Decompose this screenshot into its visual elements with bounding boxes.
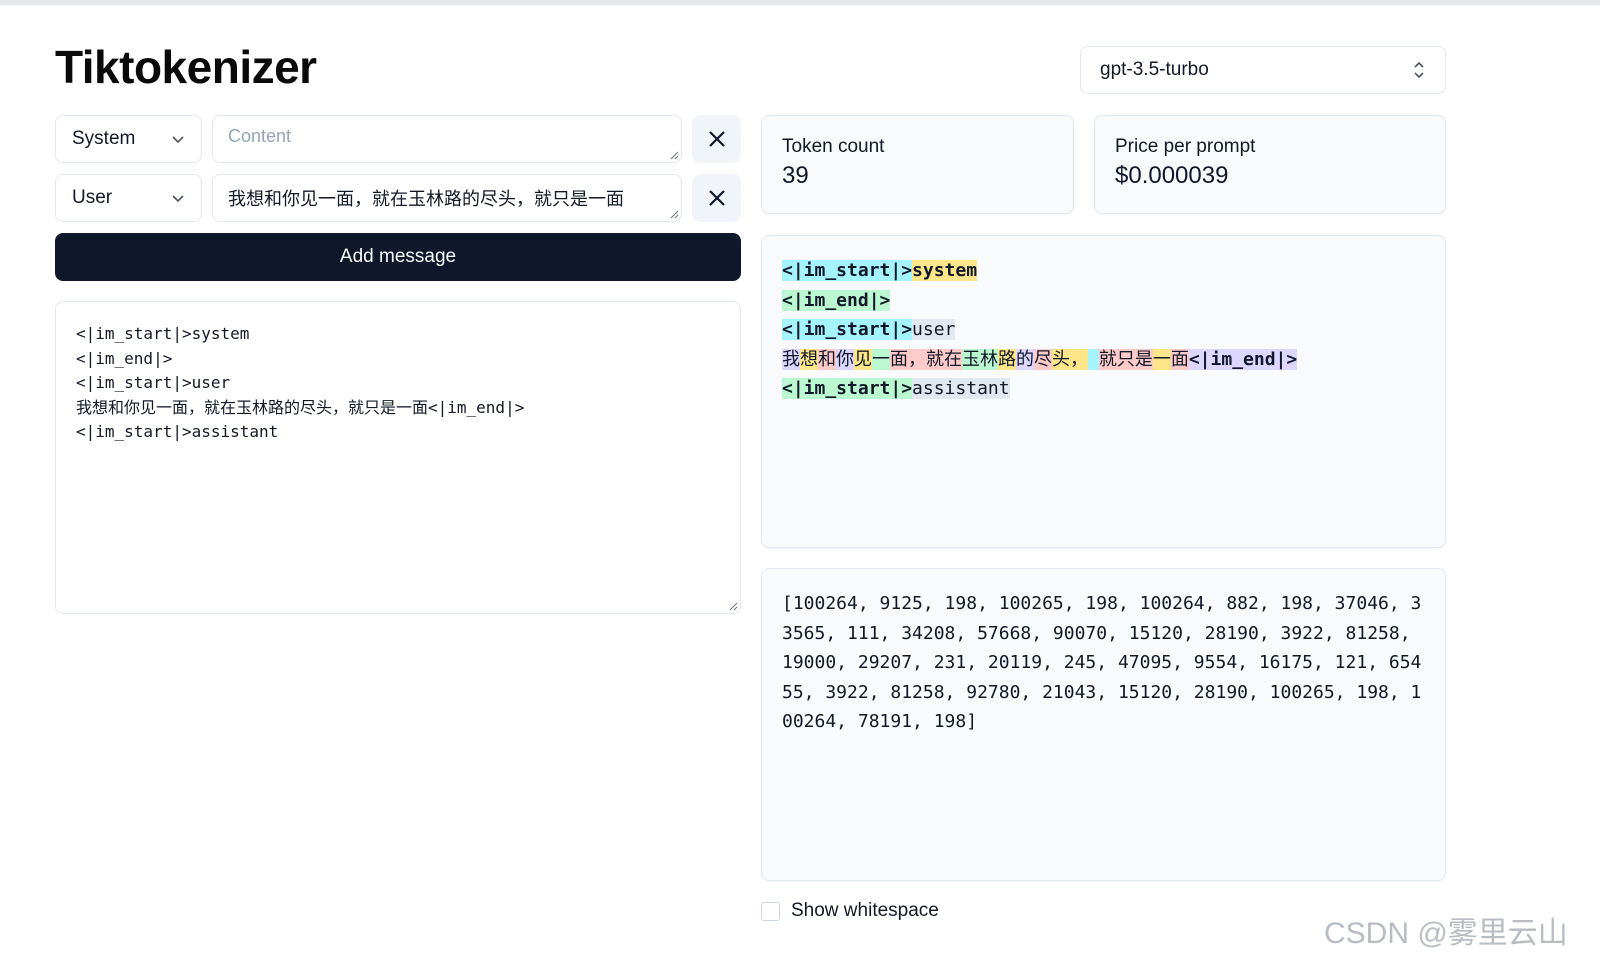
- browser-top-edge: [0, 0, 1600, 5]
- token-chip: system: [912, 260, 978, 281]
- prompt-line: <|im_start|>user: [76, 373, 231, 393]
- message-content-input[interactable]: 我想和你见一面，就在玉林路的尽头，就只是一面: [212, 174, 682, 222]
- add-message-button[interactable]: Add message: [55, 233, 741, 281]
- price-label: Price per prompt: [1115, 136, 1256, 157]
- token-chip: 头，: [1052, 348, 1088, 370]
- chevron-down-icon: [172, 136, 184, 144]
- token-chip: <|im_end|>: [1188, 348, 1298, 370]
- token-chip: 路: [998, 348, 1016, 370]
- token-ids-panel: [100264, 9125, 198, 100265, 198, 100264,…: [761, 568, 1446, 881]
- token-chip: 一: [872, 348, 890, 370]
- token-count-card: Token count 39: [761, 115, 1074, 214]
- token-chip: <|im_start|>: [782, 260, 913, 281]
- token-count-value: 39: [782, 162, 809, 189]
- role-select-value: System: [72, 128, 136, 149]
- token-chip: 就: [1098, 348, 1117, 370]
- model-select[interactable]: gpt-3.5-turbo: [1080, 46, 1446, 94]
- token-chip: 就: [926, 348, 944, 370]
- token-chip: 的: [1016, 348, 1034, 370]
- token-chip: 见: [854, 348, 872, 370]
- message-content-input[interactable]: Content: [212, 115, 682, 163]
- page-title: Tiktokenizer: [55, 41, 317, 93]
- token-chip: <|im_start|>: [782, 378, 913, 399]
- close-icon: [708, 131, 725, 147]
- token-line: <|im_end|>: [782, 286, 1425, 316]
- show-whitespace-checkbox[interactable]: [761, 901, 780, 921]
- token-chip: 只: [1116, 348, 1135, 370]
- resize-grip-icon[interactable]: [669, 150, 679, 160]
- token-chip: 玉: [962, 348, 980, 370]
- role-select-system[interactable]: System: [55, 115, 202, 163]
- prompt-line: <|im_start|>assistant: [76, 422, 279, 442]
- token-chip: [1088, 348, 1099, 370]
- watermark: CSDN @雾里云山: [1324, 917, 1568, 950]
- content-value: 我想和你见一面，就在玉林路的尽头，就只是一面: [228, 189, 624, 209]
- token-chip: 我: [782, 348, 800, 370]
- token-chip: 面，: [890, 348, 926, 370]
- price-value: $0.000039: [1115, 162, 1229, 189]
- token-chip: user: [912, 319, 956, 340]
- token-chip: 在: [944, 348, 962, 370]
- resize-grip-icon[interactable]: [728, 601, 738, 611]
- token-chip: 是: [1134, 348, 1153, 370]
- token-chip: 一: [1152, 348, 1171, 370]
- role-select-value: User: [72, 187, 113, 208]
- token-chip: 面: [1170, 348, 1189, 370]
- model-select-value: gpt-3.5-turbo: [1100, 59, 1209, 80]
- role-select-user[interactable]: User: [55, 174, 202, 222]
- close-icon: [708, 190, 725, 206]
- prompt-line: 我想和你见一面，就在玉林路的尽头，就只是一面<|im_end|>: [76, 397, 525, 417]
- prompt-line: <|im_end|>: [76, 348, 173, 368]
- token-line: <|im_start|>system: [782, 256, 1425, 286]
- token-chip: 林: [980, 348, 998, 370]
- remove-message-button[interactable]: [692, 115, 741, 163]
- show-whitespace-label: Show whitespace: [791, 900, 939, 921]
- content-placeholder: Content: [228, 126, 292, 146]
- show-whitespace-toggle[interactable]: Show whitespace: [761, 900, 939, 922]
- token-chip: <|im_end|>: [782, 289, 891, 311]
- prompt-line: <|im_start|>system: [76, 324, 250, 343]
- token-count-label: Token count: [782, 136, 885, 157]
- token-chip: assistant: [912, 378, 1010, 399]
- token-chip: <|im_start|>: [782, 319, 913, 340]
- token-visualization: <|im_start|>system <|im_end|> <|im_start|>…: [761, 235, 1446, 548]
- token-chip: 你: [836, 348, 854, 370]
- chevron-down-icon: [172, 195, 184, 203]
- chevron-up-down-icon: [1414, 61, 1424, 79]
- token-chip: 和: [818, 348, 836, 370]
- remove-message-button[interactable]: [692, 174, 741, 222]
- token-chip: 想: [800, 348, 818, 370]
- resize-grip-icon[interactable]: [669, 209, 679, 219]
- token-line: <|im_start|>user: [782, 315, 1425, 345]
- token-line: <|im_start|>assistant: [782, 374, 1425, 404]
- prompt-textarea[interactable]: <|im_start|>system <|im_end|> <|im_start…: [55, 301, 741, 614]
- token-chip: 尽: [1034, 348, 1052, 370]
- token-line: 我想和你见一面，就在玉林路的尽头， 就只是一面<|im_end|>: [782, 345, 1425, 375]
- price-card: Price per prompt $0.000039: [1094, 115, 1446, 214]
